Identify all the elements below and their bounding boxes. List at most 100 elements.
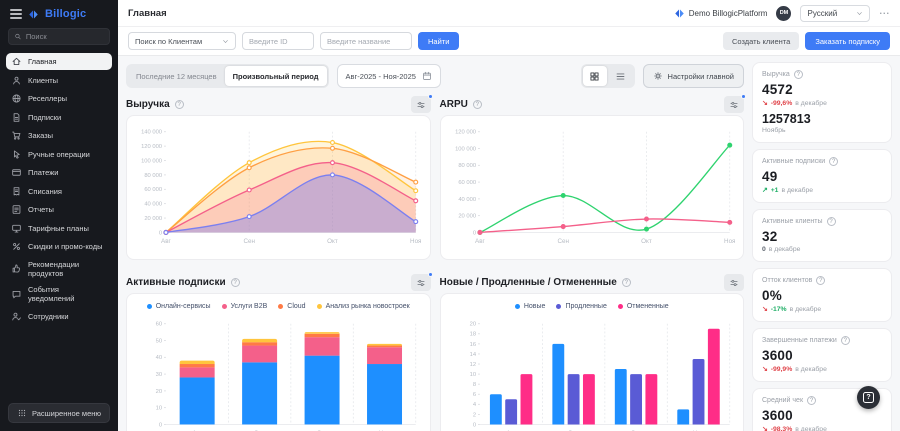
- svg-text:120 000: 120 000: [141, 144, 162, 150]
- sidebar-item-recommendations[interactable]: Рекомендации продуктов: [6, 257, 112, 281]
- help-icon[interactable]: ?: [231, 278, 240, 287]
- svg-text:0: 0: [159, 230, 162, 236]
- trend-arrow-icon: ↘: [762, 305, 768, 313]
- sidebar-item-tariff-plans[interactable]: Тарифные планы: [6, 220, 112, 237]
- gear-icon: [653, 71, 663, 81]
- sidebar-item-label: Скидки и промо-коды: [28, 242, 102, 251]
- svg-text:0: 0: [159, 422, 162, 428]
- notification-dot: [428, 94, 433, 99]
- manual-operations-icon: [11, 149, 22, 160]
- chevron-down-icon: [222, 38, 229, 45]
- kpi-panel: Выручка?4572↘-99,6%в декабре1257813Ноябр…: [752, 56, 900, 431]
- sidebar-search-input[interactable]: [26, 32, 104, 41]
- dashboard-settings-button[interactable]: Настройки главной: [643, 64, 744, 88]
- kpi-value: 49: [762, 169, 882, 184]
- sidebar-item-reports[interactable]: Отчеты: [6, 201, 112, 218]
- kpi-card: Отток клиентов?0%↘-17%в декабре: [752, 268, 892, 322]
- sidebar-item-manual-operations[interactable]: Ручные операции: [6, 146, 112, 163]
- help-icon[interactable]: ?: [827, 217, 836, 226]
- search-type-select[interactable]: Поиск по Клиентам: [128, 32, 236, 50]
- kpi-value: 0%: [762, 288, 882, 303]
- avatar[interactable]: DM: [776, 6, 791, 21]
- sidebar-search[interactable]: [8, 28, 110, 45]
- help-icon[interactable]: ?: [473, 100, 482, 109]
- find-button[interactable]: Найти: [418, 32, 459, 50]
- name-input[interactable]: [320, 32, 412, 50]
- help-icon[interactable]: ?: [807, 396, 816, 405]
- order-subscription-button[interactable]: Заказать подписку: [805, 32, 890, 50]
- trend-value: 0: [762, 246, 766, 253]
- svg-text:20: 20: [156, 389, 162, 395]
- more-menu-button[interactable]: ...: [879, 6, 890, 20]
- kpi-trend: ↘-98,3%в декабре: [762, 425, 882, 431]
- svg-text:50: 50: [156, 338, 162, 344]
- sidebar-item-resellers[interactable]: Реселлеры: [6, 90, 112, 107]
- list-view-button[interactable]: [609, 66, 633, 86]
- sidebar-item-subscriptions[interactable]: Подписки: [6, 109, 112, 126]
- svg-text:80 000: 80 000: [458, 163, 476, 169]
- chart-title: Активные подписки: [126, 277, 226, 288]
- sidebar-item-employees[interactable]: Сотрудники: [6, 308, 112, 325]
- sidebar-item-discounts[interactable]: Скидки и промо-коды: [6, 238, 112, 255]
- svg-text:60 000: 60 000: [144, 187, 162, 193]
- chart-settings-button[interactable]: [724, 274, 744, 291]
- legend-label: Онлайн-сервисы: [156, 303, 211, 310]
- language-select[interactable]: Русский: [800, 5, 870, 22]
- svg-text:8: 8: [472, 382, 475, 388]
- create-client-button[interactable]: Создать клиента: [723, 32, 799, 50]
- trend-arrow-icon: ↗: [762, 186, 768, 194]
- chart-settings-button[interactable]: [411, 96, 431, 113]
- sidebar-item-payments[interactable]: Платежи: [6, 164, 112, 181]
- language-value: Русский: [807, 9, 837, 18]
- svg-text:Авг: Авг: [475, 238, 486, 245]
- menu-toggle-icon[interactable]: [10, 9, 22, 19]
- sidebar-item-notification-events[interactable]: События уведомлений: [6, 282, 112, 306]
- trend-arrow-icon: ↘: [762, 99, 768, 107]
- resellers-icon: [11, 93, 22, 104]
- filters-row: Последние 12 месяцев Произвольный период…: [126, 64, 744, 88]
- expanded-menu-button[interactable]: Расширенное меню: [8, 403, 110, 423]
- legend-label: Продленные: [565, 303, 606, 310]
- help-icon[interactable]: ?: [816, 276, 825, 285]
- grid-view-button[interactable]: [583, 66, 607, 86]
- sidebar-item-label: Заказы: [28, 131, 53, 140]
- chart-settings-button[interactable]: [724, 96, 744, 113]
- grid-view-icon: [589, 71, 600, 82]
- help-icon[interactable]: ?: [622, 278, 631, 287]
- sidebar-item-clients[interactable]: Клиенты: [6, 72, 112, 89]
- period-option-custom[interactable]: Произвольный период: [225, 66, 327, 86]
- sidebar-item-home[interactable]: Главная: [6, 53, 112, 70]
- kpi-title: Активные подписки: [762, 158, 825, 165]
- notification-dot: [741, 94, 746, 99]
- discounts-icon: [11, 241, 22, 252]
- sidebar-item-writeoffs[interactable]: Списания: [6, 183, 112, 200]
- svg-text:120 000: 120 000: [455, 130, 476, 136]
- id-input[interactable]: [242, 32, 314, 50]
- kpi-value: 3600: [762, 408, 882, 423]
- period-option-last-12-months[interactable]: Последние 12 месяцев: [128, 66, 225, 86]
- sidebar-item-label: Списания: [28, 187, 62, 196]
- workspace-switcher[interactable]: Demo BillogicPlatform: [674, 8, 768, 19]
- kpi-card: Выручка?4572↘-99,6%в декабре1257813Ноябр…: [752, 62, 892, 143]
- svg-text:60: 60: [156, 322, 162, 328]
- help-icon[interactable]: ?: [841, 336, 850, 345]
- trend-note: в декабре: [795, 100, 827, 107]
- help-icon[interactable]: ?: [175, 100, 184, 109]
- legend-item: Онлайн-сервисы: [147, 303, 211, 310]
- date-range-picker[interactable]: Авг-2025 - Ноя-2025: [337, 64, 441, 88]
- svg-text:20 000: 20 000: [458, 214, 476, 220]
- legend-label: Отмененные: [627, 303, 669, 310]
- help-fab-button[interactable]: ?: [857, 386, 880, 409]
- tariff-plans-icon: [11, 223, 22, 234]
- action-bar: Поиск по Клиентам Найти Создать клиента …: [118, 27, 900, 56]
- sidebar-item-orders[interactable]: Заказы: [6, 127, 112, 144]
- chart-settings-button[interactable]: [411, 274, 431, 291]
- help-icon[interactable]: ?: [829, 157, 838, 166]
- kpi-trend: 0в декабре: [762, 246, 882, 253]
- question-icon: ?: [863, 392, 874, 403]
- chart-canvas-new-renewed-cancelled: 02468101214161820АвгСенОктНоя: [447, 314, 738, 431]
- help-icon[interactable]: ?: [794, 70, 803, 79]
- sidebar-item-label: Сотрудники: [28, 312, 69, 321]
- calendar-icon: [422, 71, 432, 81]
- svg-text:40 000: 40 000: [458, 197, 476, 203]
